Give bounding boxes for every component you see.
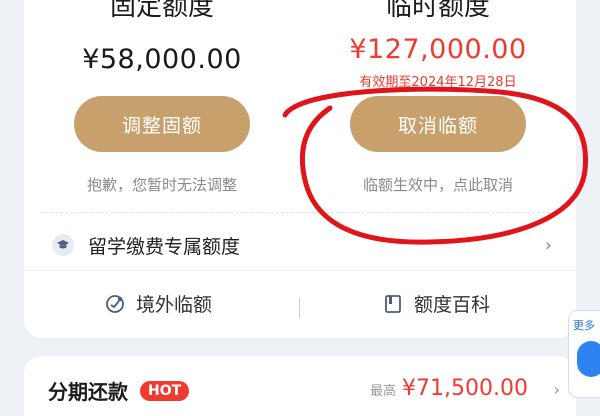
floating-more-label: 更多 [573, 319, 595, 332]
limit-encyclopedia-label: 额度百科 [414, 294, 491, 316]
study-abroad-limit-row[interactable]: 留学缴费专属额度 › [52, 228, 562, 262]
overseas-limit-action[interactable]: 境外临额 [104, 290, 212, 317]
study-abroad-limit-label: 留学缴费专属额度 [88, 235, 241, 258]
installment-card[interactable]: 分期还款 HOT 最高 ¥71,500.00 › [24, 356, 576, 416]
action-divider [299, 298, 300, 318]
installment-amount-prefix: 最高 [370, 384, 397, 399]
book-icon [382, 293, 404, 315]
installment-amount: ¥71,500.00 [402, 376, 528, 401]
installment-title: 分期还款 [48, 380, 128, 404]
floating-more-widget[interactable]: 更多 [568, 310, 600, 398]
temporary-limit-amount: ¥127,000.00 [349, 34, 527, 65]
temporary-limit-title: 临时额度 [385, 0, 490, 22]
fixed-limit-amount: ¥58,000.00 [82, 44, 242, 75]
cancel-temporary-limit-button[interactable]: 取消临额 [350, 96, 526, 152]
graduation-cap-icon [52, 234, 74, 256]
overseas-limit-label: 境外临额 [136, 294, 213, 316]
temporary-limit-validity: 有效期至2024年12月28日 [359, 75, 517, 90]
dashed-divider [40, 212, 560, 213]
temporary-limit-hint[interactable]: 临额生效中，点此取消 [300, 174, 576, 195]
limit-encyclopedia-action[interactable]: 额度百科 [382, 290, 490, 317]
fixed-limit-hint: 抱歉，您暂时无法调整 [86, 176, 237, 194]
installment-amount-row: 最高 ¥71,500.00 [370, 376, 528, 401]
chevron-right-icon: › [553, 380, 560, 399]
installment-title-row: 分期还款 HOT [48, 376, 190, 405]
fixed-limit-title: 固定额度 [109, 0, 214, 22]
adjust-fixed-limit-button[interactable]: 调整固额 [74, 96, 250, 152]
overseas-limit-icon [104, 293, 126, 315]
section-separator [24, 270, 576, 271]
chevron-right-icon: › [544, 234, 552, 256]
chat-bubble-icon [577, 341, 600, 377]
hot-badge: HOT [140, 380, 190, 401]
